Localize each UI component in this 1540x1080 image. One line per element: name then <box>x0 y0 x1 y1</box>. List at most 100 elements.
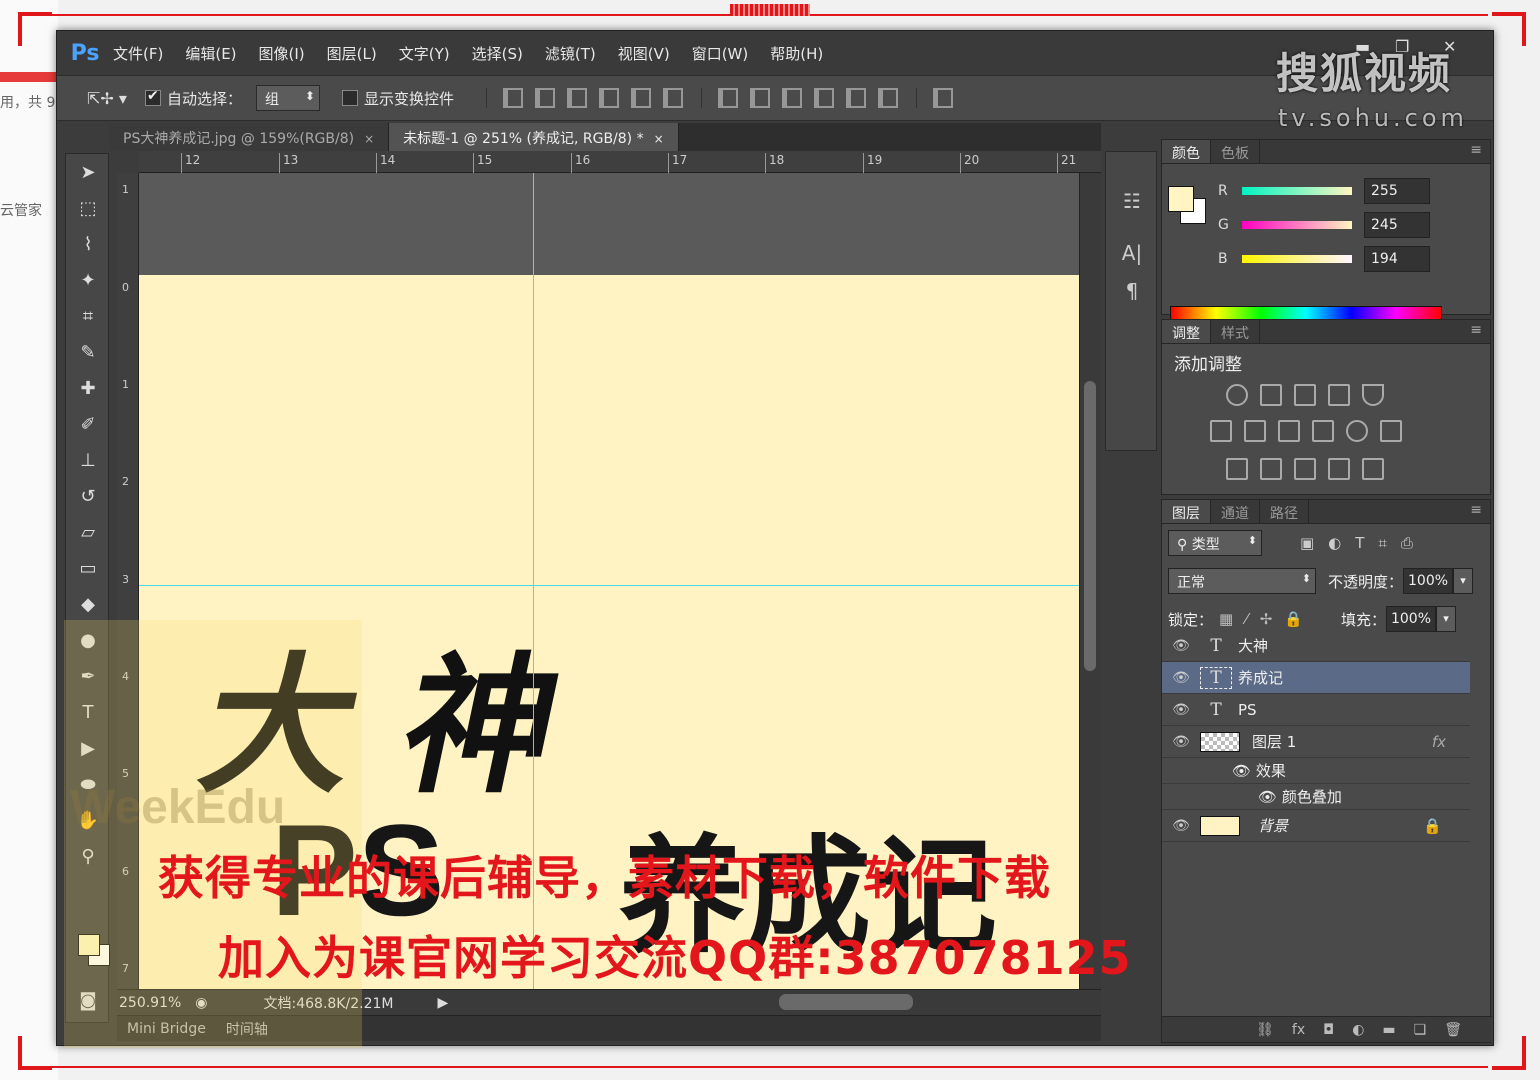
tab-styles[interactable]: 样式 <box>1211 320 1260 343</box>
posterize-icon[interactable] <box>1260 458 1282 480</box>
tab-adjustments[interactable]: 调整 <box>1162 320 1211 343</box>
distribute-top-icon[interactable] <box>717 88 738 108</box>
new-group-icon[interactable]: ▬ <box>1382 1022 1395 1038</box>
invert-icon[interactable] <box>1226 458 1248 480</box>
menu-edit[interactable]: 编辑(E) <box>185 43 236 64</box>
horizontal-scroll-thumb[interactable] <box>779 994 913 1010</box>
auto-align-icon[interactable] <box>932 88 953 108</box>
slider-g-track[interactable] <box>1242 221 1352 229</box>
move-tool-icon[interactable]: ➤ <box>66 154 110 190</box>
tab-document-2[interactable]: 未标题-1 @ 251% (养成记, RGB/8) * × <box>389 123 679 151</box>
tab-close-icon[interactable]: × <box>654 132 664 146</box>
slider-r[interactable]: R 255 <box>1218 176 1430 206</box>
gradient-map-icon[interactable] <box>1362 458 1384 480</box>
paragraph-panel-icon[interactable]: ¶ <box>1106 272 1158 310</box>
distribute-vcenter-icon[interactable] <box>749 88 770 108</box>
tab-close-icon[interactable]: × <box>364 132 374 146</box>
blend-mode-dropdown[interactable]: 正常 <box>1168 568 1316 594</box>
auto-select-checkbox[interactable] <box>144 88 161 106</box>
align-right-icon[interactable] <box>662 88 683 108</box>
new-adjustment-icon[interactable]: ◐ <box>1352 1022 1364 1038</box>
auto-select-dropdown[interactable]: 组 <box>255 85 320 111</box>
distribute-hcenter-icon[interactable] <box>845 88 866 108</box>
align-top-icon[interactable] <box>502 88 523 108</box>
menu-file[interactable]: 文件(F) <box>113 43 163 64</box>
menu-layer[interactable]: 图层(L) <box>327 43 377 64</box>
slider-b-value[interactable]: 194 <box>1364 246 1430 272</box>
character-panel-icon[interactable]: A| <box>1106 234 1158 272</box>
align-bottom-icon[interactable] <box>566 88 587 108</box>
move-tool-preset-icon[interactable]: ⇱✢ ▾ <box>87 89 127 108</box>
panel-menu-icon[interactable]: ≡ <box>1462 140 1490 163</box>
record-handle[interactable] <box>730 4 810 16</box>
slider-r-track[interactable] <box>1242 187 1352 195</box>
eye-icon[interactable]: 👁 <box>1162 670 1200 686</box>
lock-icons[interactable]: ▦⁄✢🔒 <box>1219 610 1315 628</box>
layer-row[interactable]: 👁 背景 🔒 <box>1162 810 1470 842</box>
menu-window[interactable]: 窗口(W) <box>692 43 749 64</box>
layer-row[interactable]: 👁 T 大神 <box>1162 630 1470 662</box>
slider-r-value[interactable]: 255 <box>1364 178 1430 204</box>
layer-row[interactable]: 👁 T PS <box>1162 694 1470 726</box>
gradient-tool-icon[interactable]: ▭ <box>66 550 110 586</box>
channel-mixer-icon[interactable] <box>1346 420 1368 442</box>
tab-document-1[interactable]: PS大神养成记.jpg @ 159%(RGB/8) × <box>109 123 390 151</box>
curves-icon[interactable] <box>1294 384 1316 406</box>
vertical-scroll-thumb[interactable] <box>1084 381 1096 671</box>
tab-paths[interactable]: 路径 <box>1260 500 1309 523</box>
layer-row[interactable]: 👁 图层 1 fx <box>1162 726 1470 758</box>
menu-select[interactable]: 选择(S) <box>472 43 523 64</box>
layer-filter-dropdown[interactable]: ⚲ 类型 <box>1168 530 1262 556</box>
fx-icon[interactable]: fx <box>1432 733 1446 751</box>
exposure-icon[interactable] <box>1328 384 1350 406</box>
panel-foreground-swatch[interactable] <box>1168 186 1194 212</box>
magic-wand-icon[interactable]: ✦ <box>66 262 110 298</box>
eye-icon[interactable]: 👁 <box>1162 702 1200 718</box>
delete-layer-icon[interactable]: 🗑 <box>1444 1022 1462 1038</box>
link-layers-icon[interactable]: ⛓ <box>1256 1022 1274 1038</box>
crop-tool-icon[interactable]: ⌗ <box>66 298 110 334</box>
vibrance-icon[interactable] <box>1362 384 1384 406</box>
color-lookup-icon[interactable] <box>1380 420 1402 442</box>
show-transform-checkbox[interactable] <box>341 90 358 106</box>
hue-saturation-icon[interactable] <box>1210 420 1232 442</box>
horizontal-guide[interactable] <box>139 585 1079 586</box>
layer-effects-row[interactable]: 👁 效果 <box>1162 758 1470 784</box>
healing-brush-icon[interactable]: ✚ <box>66 370 110 406</box>
fill-arrow-icon[interactable]: ▾ <box>1435 606 1456 632</box>
new-layer-icon[interactable]: ❏ <box>1414 1022 1427 1038</box>
color-balance-icon[interactable] <box>1244 420 1266 442</box>
align-hcenter-icon[interactable] <box>630 88 651 108</box>
menu-image[interactable]: 图像(I) <box>259 43 305 64</box>
slider-b-track[interactable] <box>1242 255 1352 263</box>
slider-g-value[interactable]: 245 <box>1364 212 1430 238</box>
menu-filter[interactable]: 滤镜(T) <box>545 43 596 64</box>
selective-color-icon[interactable] <box>1328 458 1350 480</box>
status-menu-arrow-icon[interactable]: ▶ <box>437 995 448 1011</box>
opacity-field[interactable]: 100% <box>1403 568 1454 594</box>
menu-type[interactable]: 文字(Y) <box>399 43 450 64</box>
black-white-icon[interactable] <box>1278 420 1300 442</box>
photo-filter-icon[interactable] <box>1312 420 1334 442</box>
tab-color[interactable]: 颜色 <box>1162 140 1211 163</box>
menu-view[interactable]: 视图(V) <box>618 43 670 64</box>
fill-field[interactable]: 100% <box>1385 606 1436 632</box>
stamp-tool-icon[interactable]: ⊥ <box>66 442 110 478</box>
layer-effect-item[interactable]: 👁 颜色叠加 <box>1162 784 1470 810</box>
eraser-tool-icon[interactable]: ▱ <box>66 514 110 550</box>
lasso-tool-icon[interactable]: ⌇ <box>66 226 110 262</box>
tab-swatches[interactable]: 色板 <box>1211 140 1260 163</box>
eye-icon[interactable]: 👁 <box>1162 818 1200 834</box>
marquee-tool-icon[interactable]: ⬚ <box>66 190 110 226</box>
distribute-bottom-icon[interactable] <box>781 88 802 108</box>
brightness-icon[interactable] <box>1226 384 1248 406</box>
align-left-icon[interactable] <box>598 88 619 108</box>
menu-help[interactable]: 帮助(H) <box>770 43 823 64</box>
opacity-arrow-icon[interactable]: ▾ <box>1453 568 1474 594</box>
layer-filter-icons[interactable]: ▣◐T⌗⎙ <box>1300 534 1427 552</box>
brush-tool-icon[interactable]: ✐ <box>66 406 110 442</box>
levels-icon[interactable] <box>1260 384 1282 406</box>
slider-b[interactable]: B 194 <box>1218 244 1430 274</box>
panel-menu-icon[interactable]: ≡ <box>1462 500 1490 523</box>
history-brush-icon[interactable]: ↺ <box>66 478 110 514</box>
